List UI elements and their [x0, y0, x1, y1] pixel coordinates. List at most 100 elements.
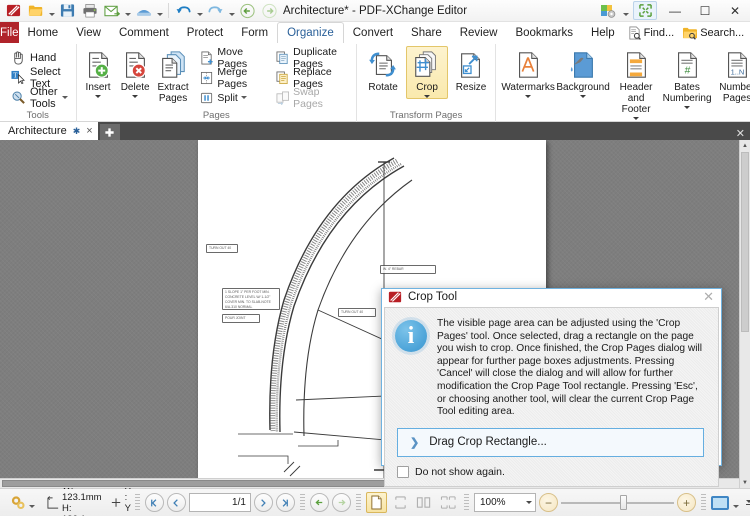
- email-icon[interactable]: [101, 1, 122, 21]
- hand-tool-button[interactable]: Hand: [6, 48, 61, 67]
- zoom-in-button[interactable]: +: [676, 493, 696, 512]
- tab-view[interactable]: View: [67, 22, 110, 43]
- undo-icon[interactable]: [173, 1, 194, 21]
- page-number-input[interactable]: 1/1: [188, 493, 251, 512]
- zoom-dropdown-arrow-icon[interactable]: [525, 501, 532, 504]
- print-icon[interactable]: [79, 1, 100, 21]
- new-document-tab-button[interactable]: [99, 124, 120, 140]
- duplicate-pages-button[interactable]: Duplicate Pages: [272, 46, 353, 70]
- open-dropdown-arrow-icon[interactable]: [47, 1, 56, 21]
- vertical-scroll-thumb[interactable]: [741, 152, 749, 332]
- vertical-scrollbar[interactable]: ▲ ▼: [739, 140, 750, 488]
- close-all-tabs-button[interactable]: ✕: [736, 127, 750, 140]
- navigate-back-button[interactable]: [309, 493, 329, 512]
- other-tools-button[interactable]: Other Tools: [6, 86, 73, 110]
- save-icon[interactable]: [57, 1, 78, 21]
- display-mode-dropdown-arrow-icon[interactable]: [732, 493, 741, 513]
- app-logo-icon[interactable]: [3, 1, 24, 21]
- two-page-view-button[interactable]: [414, 492, 435, 513]
- statusbar-grip-6[interactable]: [700, 493, 706, 512]
- continuous-view-button[interactable]: [390, 492, 411, 513]
- number-pages-button[interactable]: 1..N Number Pages: [713, 46, 750, 105]
- delete-pages-button[interactable]: Delete: [117, 46, 154, 99]
- close-button[interactable]: ✕: [720, 0, 750, 21]
- insert-pages-button[interactable]: Insert: [80, 46, 117, 99]
- navigate-forward-button[interactable]: [331, 493, 351, 512]
- minimize-button[interactable]: —: [660, 0, 690, 21]
- last-page-button[interactable]: [275, 493, 295, 512]
- maximize-button[interactable]: ☐: [690, 0, 720, 21]
- select-text-tool-button[interactable]: T Select Text: [6, 66, 73, 90]
- statusbar-overflow-button[interactable]: [744, 500, 750, 505]
- tab-protect[interactable]: Protect: [177, 22, 233, 43]
- tab-help[interactable]: Help: [581, 22, 624, 43]
- tab-organize[interactable]: Organize: [277, 22, 344, 43]
- crop-pages-button[interactable]: Crop: [406, 46, 449, 99]
- find-button[interactable]: Find...: [624, 26, 678, 40]
- background-button[interactable]: Background: [555, 46, 611, 99]
- fullscreen-button[interactable]: [630, 0, 660, 21]
- back-icon[interactable]: [237, 1, 258, 21]
- header-footer-dropdown-arrow-icon[interactable]: [633, 117, 640, 120]
- theme-dropdown-arrow-icon[interactable]: [621, 1, 630, 21]
- watermarks-button[interactable]: Watermarks: [501, 46, 555, 99]
- tab-file[interactable]: File: [0, 22, 19, 43]
- drag-crop-rectangle-button[interactable]: ❯ Drag Crop Rectangle...: [397, 427, 704, 457]
- redo-icon[interactable]: [205, 1, 226, 21]
- delete-pages-dropdown-arrow-icon[interactable]: [132, 95, 139, 98]
- statusbar-grip-5[interactable]: [463, 493, 469, 512]
- zoom-level-combobox[interactable]: 100%: [473, 493, 536, 512]
- scan-dropdown-arrow-icon[interactable]: [155, 1, 164, 21]
- do-not-show-again-row[interactable]: Do not show again.: [395, 465, 706, 478]
- split-pages-dropdown-arrow-icon[interactable]: [240, 96, 247, 99]
- tab-review[interactable]: Review: [450, 22, 507, 43]
- zoom-slider-knob[interactable]: [619, 495, 627, 510]
- do-not-show-again-checkbox[interactable]: [397, 465, 409, 478]
- scroll-down-arrow-icon[interactable]: ▼: [740, 477, 750, 488]
- tab-bookmarks[interactable]: Bookmarks: [506, 22, 582, 43]
- search-button[interactable]: Search...: [679, 26, 747, 40]
- open-icon[interactable]: [25, 1, 46, 21]
- document-tab-close-icon[interactable]: ×: [86, 125, 92, 137]
- crop-pages-dropdown-arrow-icon[interactable]: [424, 95, 431, 98]
- statusbar-settings-dropdown-arrow-icon[interactable]: [29, 493, 35, 513]
- first-page-button[interactable]: [144, 493, 164, 512]
- theme-settings-icon[interactable]: [595, 0, 621, 21]
- undo-dropdown-arrow-icon[interactable]: [195, 1, 204, 21]
- bates-numbering-dropdown-arrow-icon[interactable]: [684, 106, 691, 109]
- tab-convert[interactable]: Convert: [343, 22, 403, 43]
- tab-home[interactable]: Home: [18, 22, 68, 43]
- bates-numbering-button[interactable]: # Bates Numbering: [661, 46, 713, 110]
- extract-pages-button[interactable]: Extract Pages: [154, 46, 193, 105]
- move-pages-button[interactable]: Move Pages: [196, 46, 266, 70]
- statusbar-grip-2[interactable]: [134, 493, 140, 512]
- scroll-up-arrow-icon[interactable]: ▲: [740, 140, 750, 151]
- email-dropdown-arrow-icon[interactable]: [123, 1, 132, 21]
- tab-share[interactable]: Share: [402, 22, 451, 43]
- resize-pages-button[interactable]: Resize: [450, 46, 492, 94]
- merge-pages-button[interactable]: Merge Pages: [196, 66, 266, 90]
- tab-form[interactable]: Form: [232, 22, 278, 43]
- zoom-out-button[interactable]: −: [538, 493, 558, 512]
- single-page-view-button[interactable]: [365, 492, 387, 513]
- statusbar-grip-4[interactable]: [355, 493, 361, 512]
- statusbar-grip-3[interactable]: [299, 493, 305, 512]
- monitor-icon[interactable]: [710, 495, 729, 510]
- split-pages-button[interactable]: Split: [196, 88, 266, 107]
- tab-comment[interactable]: Comment: [109, 22, 178, 43]
- crop-tool-dialog-close-icon[interactable]: ✕: [700, 289, 717, 305]
- insert-pages-dropdown-arrow-icon[interactable]: [95, 95, 102, 98]
- header-footer-button[interactable]: Header and Footer: [611, 46, 661, 121]
- rotate-pages-button[interactable]: Rotate: [362, 46, 404, 94]
- zoom-slider[interactable]: [560, 493, 674, 512]
- background-dropdown-arrow-icon[interactable]: [580, 95, 587, 98]
- watermarks-dropdown-arrow-icon[interactable]: [525, 95, 532, 98]
- replace-pages-button[interactable]: Replace Pages: [272, 66, 353, 90]
- forward-icon[interactable]: [259, 1, 280, 21]
- redo-dropdown-arrow-icon[interactable]: [227, 1, 236, 21]
- scan-icon[interactable]: [133, 1, 154, 21]
- next-page-button[interactable]: [253, 493, 273, 512]
- previous-page-button[interactable]: [166, 493, 186, 512]
- other-tools-dropdown-arrow-icon[interactable]: [61, 96, 68, 99]
- swap-pages-button[interactable]: Swap Pages: [272, 86, 353, 110]
